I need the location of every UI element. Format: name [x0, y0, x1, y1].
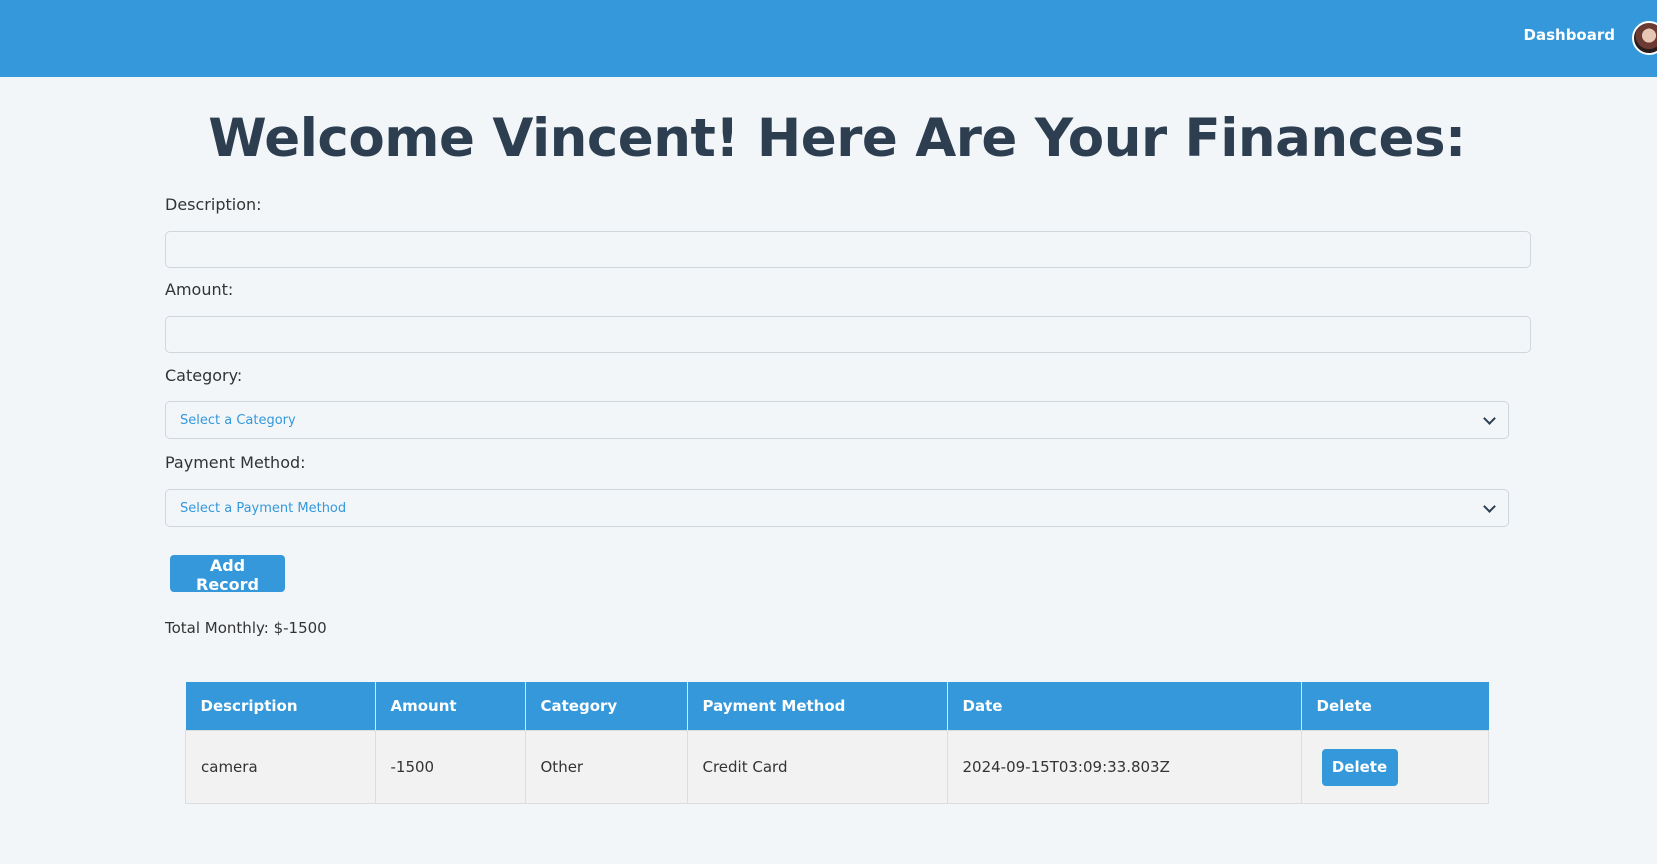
page-title: Welcome Vincent! Here Are Your Finances: — [208, 108, 1466, 169]
cell-payment-method: Credit Card — [686, 730, 948, 804]
records-table: Description Amount Category Payment Meth… — [185, 682, 1489, 804]
user-avatar[interactable] — [1632, 21, 1657, 55]
description-label: Description: — [165, 195, 262, 214]
cell-description: camera — [185, 730, 376, 804]
cell-delete: Delete — [1300, 730, 1489, 804]
category-label: Category: — [165, 366, 243, 385]
column-header-amount: Amount — [375, 682, 526, 731]
payment-method-label: Payment Method: — [165, 453, 306, 472]
add-record-button[interactable]: Add Record — [170, 555, 285, 594]
column-header-payment-method: Payment Method — [687, 682, 948, 731]
cell-category: Other — [524, 730, 688, 804]
table-row: camera -1500 Other Credit Card 2024-09-1… — [185, 730, 1489, 804]
payment-method-select-value: Select a Payment Method — [180, 500, 347, 516]
cell-amount: -1500 — [374, 730, 526, 804]
column-header-description: Description — [185, 682, 376, 731]
column-header-date: Date — [947, 682, 1302, 731]
table-header-row: Description Amount Category Payment Meth… — [185, 682, 1489, 731]
chevron-down-icon — [1483, 499, 1496, 513]
delete-button[interactable]: Delete — [1321, 748, 1398, 786]
dashboard-link[interactable]: Dashboard — [1524, 26, 1615, 44]
category-select[interactable]: Select a Category — [165, 401, 1509, 439]
total-monthly: Total Monthly: $-1500 — [165, 619, 327, 637]
category-select-value: Select a Category — [180, 412, 296, 428]
top-navbar: Dashboard — [0, 0, 1657, 77]
cell-date: 2024-09-15T03:09:33.803Z — [946, 730, 1302, 804]
column-header-delete: Delete — [1301, 682, 1489, 731]
description-input[interactable] — [165, 231, 1531, 268]
amount-input[interactable] — [165, 316, 1531, 353]
payment-method-select[interactable]: Select a Payment Method — [165, 489, 1509, 527]
column-header-category: Category — [525, 682, 688, 731]
amount-label: Amount: — [165, 280, 234, 299]
chevron-down-icon — [1483, 411, 1496, 425]
